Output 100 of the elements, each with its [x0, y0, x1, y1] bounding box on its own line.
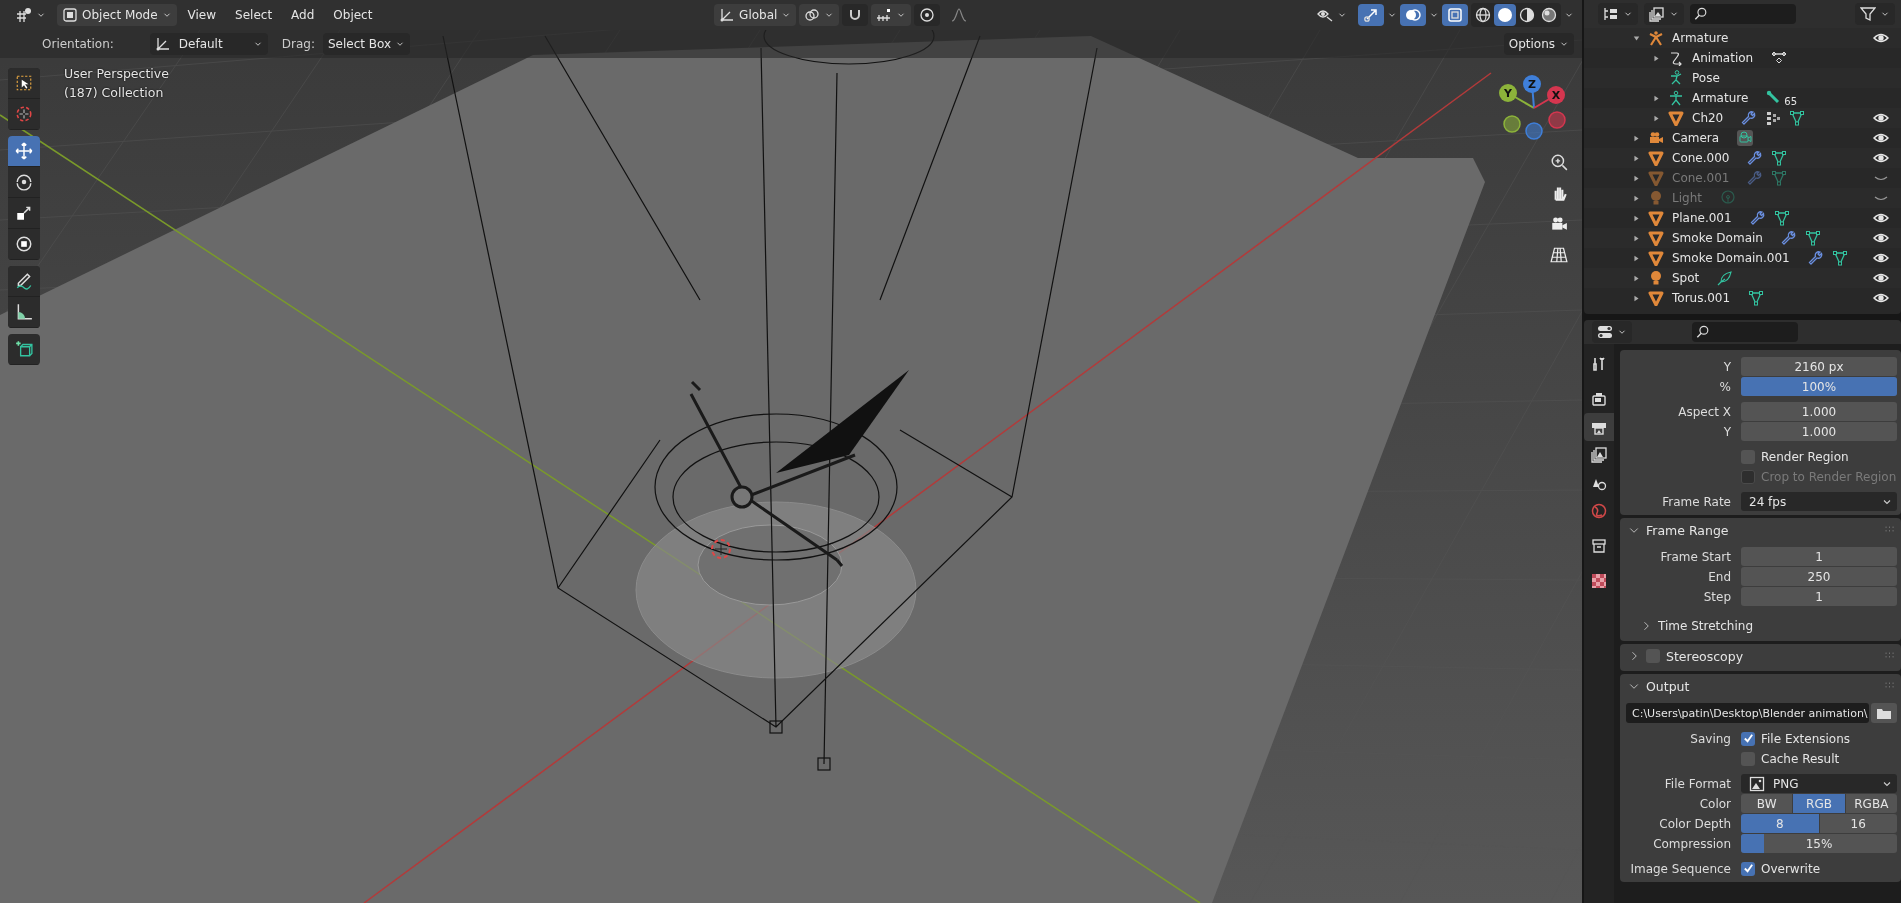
snap-toggle[interactable]	[842, 4, 869, 26]
search-icon	[1694, 7, 1708, 21]
option-button[interactable]: BW	[1741, 794, 1793, 813]
gizmo-toggle[interactable]	[1358, 4, 1384, 26]
view-layer-dropdown[interactable]	[1644, 3, 1684, 25]
tool-button[interactable]	[8, 68, 40, 99]
mesh-triangle-icon[interactable]	[1804, 230, 1821, 246]
filter-dropdown[interactable]	[1855, 3, 1895, 25]
object-name[interactable]: Pose	[1692, 71, 1720, 85]
object-name[interactable]: Plane.001	[1672, 211, 1732, 225]
mesh-triangle-icon[interactable]	[1771, 150, 1788, 166]
option-button[interactable]: RGB	[1793, 794, 1845, 813]
subpanel-title[interactable]: Time Stretching	[1658, 619, 1754, 633]
field-label: Frame Rate	[1661, 494, 1731, 509]
xray-toggle[interactable]	[1442, 4, 1468, 26]
search-field[interactable]	[1690, 4, 1796, 24]
shading-button[interactable]	[1494, 4, 1516, 26]
tool-button[interactable]	[8, 266, 40, 297]
object-name[interactable]: Armature	[1672, 31, 1729, 45]
checkbox-label: Crop to Render Region	[1761, 469, 1897, 484]
tool-button[interactable]	[8, 198, 40, 229]
properties-editor-icon	[1597, 324, 1613, 340]
orientation-dropdown[interactable]: Default	[149, 33, 268, 55]
mesh-triangle-icon[interactable]	[1789, 110, 1806, 126]
tool-button[interactable]	[8, 136, 40, 167]
checkbox[interactable]	[1741, 861, 1755, 876]
negative-axis-handle[interactable]	[1503, 115, 1521, 133]
keyframes-icon[interactable]	[1771, 50, 1788, 66]
object-name[interactable]: Torus.001	[1672, 291, 1731, 305]
number-field[interactable]: 1	[1741, 547, 1897, 566]
panel-title[interactable]: Stereoscopy	[1666, 648, 1744, 664]
vertex-groups-icon[interactable]	[1765, 110, 1782, 126]
object-name[interactable]: Animation	[1692, 51, 1754, 65]
number-field[interactable]: 1	[1741, 587, 1897, 606]
mesh-triangle-icon[interactable]	[1831, 250, 1848, 266]
object-name[interactable]: Smoke Domain	[1672, 231, 1763, 245]
pivot-dropdown[interactable]	[799, 4, 840, 26]
camera-icon[interactable]	[1737, 130, 1754, 146]
mesh-triangle-icon[interactable]	[1773, 210, 1790, 226]
triangle-icon	[1648, 290, 1664, 306]
menu-item[interactable]: Select	[227, 4, 281, 26]
number-field[interactable]: 1.000	[1741, 402, 1897, 421]
orientation-dropdown[interactable]: Global	[714, 4, 797, 26]
menu-item[interactable]: Object	[325, 4, 381, 26]
panel-title[interactable]: Output	[1646, 678, 1690, 694]
globe-icon	[1591, 503, 1607, 519]
object-name[interactable]: Cone.000	[1672, 151, 1730, 165]
checkbox[interactable]	[1741, 731, 1755, 746]
number-field[interactable]: 250	[1741, 567, 1897, 586]
properties-tab[interactable]	[1584, 413, 1614, 441]
negative-axis-handle[interactable]	[1525, 122, 1543, 140]
slider-field[interactable]: 100%	[1741, 377, 1897, 396]
proportional-toggle[interactable]	[914, 4, 941, 26]
object-name[interactable]: Ch20	[1692, 111, 1724, 125]
panel-title[interactable]: Frame Range	[1646, 522, 1729, 538]
tool-button[interactable]	[8, 229, 40, 260]
folder-button[interactable]	[1871, 703, 1897, 723]
negative-axis-handle[interactable]	[1548, 111, 1566, 129]
dropdown[interactable]: 24 fps	[1741, 492, 1897, 511]
path-field[interactable]: C:\Users\patin\Desktop\Blender animation\	[1626, 703, 1869, 723]
option-button[interactable]: 8	[1741, 814, 1819, 833]
wrench-icon[interactable]	[1780, 230, 1797, 246]
menu-item[interactable]: View	[179, 4, 225, 26]
snap-target-dropdown[interactable]	[871, 4, 912, 26]
camera-icon	[1550, 215, 1568, 233]
number-field[interactable]: 2160 px	[1741, 357, 1897, 376]
wrench-icon[interactable]	[1807, 250, 1824, 266]
slider-field[interactable]: 15%	[1741, 834, 1897, 853]
spotlight-icon[interactable]	[1717, 270, 1734, 286]
options-dropdown[interactable]: Options	[1503, 33, 1574, 55]
object-name[interactable]: Smoke Domain.001	[1672, 251, 1790, 265]
editor-type-icon	[16, 7, 32, 23]
menu-item[interactable]: Add	[283, 4, 323, 26]
tool-button[interactable]	[8, 167, 40, 198]
display-mode-dropdown[interactable]	[1598, 3, 1638, 25]
dropdown[interactable]: PNG	[1741, 774, 1897, 793]
editor-type-button[interactable]	[1592, 321, 1632, 343]
overlay-toggle[interactable]	[1400, 4, 1426, 26]
option-button[interactable]: RGBA	[1845, 794, 1897, 813]
mode-dropdown[interactable]: Object Mode	[57, 4, 177, 26]
wrench-icon[interactable]	[1741, 110, 1758, 126]
checkbox-label: File Extensions	[1761, 731, 1851, 746]
tool-button[interactable]	[8, 334, 40, 365]
option-button[interactable]: 16	[1819, 814, 1897, 833]
wrench-icon[interactable]	[1749, 210, 1766, 226]
orientation-label: Orientation:	[42, 37, 114, 51]
object-name[interactable]: Armature	[1692, 91, 1749, 105]
ruler-icon	[15, 303, 33, 321]
search-field[interactable]	[1692, 322, 1798, 342]
wrench-icon[interactable]	[1747, 150, 1764, 166]
field-label: Color	[1698, 796, 1731, 811]
tool-button[interactable]	[8, 297, 40, 328]
object-name[interactable]: Camera	[1672, 131, 1720, 145]
add-cube-icon	[15, 340, 33, 358]
drag-dropdown[interactable]: Select Box	[323, 33, 411, 55]
armature-figure-icon	[1668, 90, 1684, 106]
mesh-triangle-icon[interactable]	[1748, 290, 1765, 306]
object-name[interactable]: Spot	[1672, 271, 1700, 285]
number-field[interactable]: 1.000	[1741, 422, 1897, 441]
visibility-icon	[1317, 7, 1333, 23]
